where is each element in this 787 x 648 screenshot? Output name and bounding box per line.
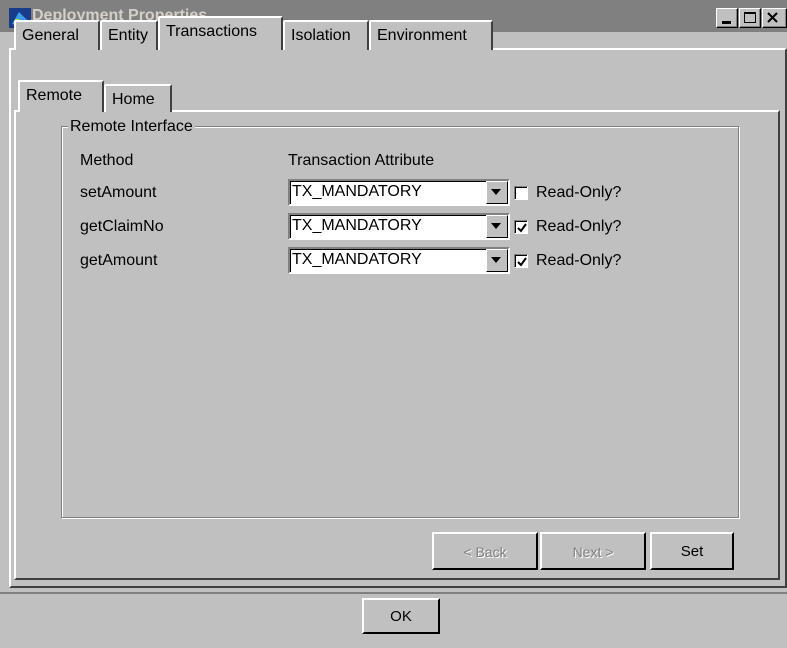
tab-environment[interactable]: Environment — [369, 20, 493, 50]
tab-isolation[interactable]: Isolation — [283, 20, 369, 50]
method-label: getClaimNo — [80, 218, 164, 235]
method-label: setAmount — [80, 184, 157, 201]
read-only-label: Read-Only? — [536, 218, 622, 235]
read-only-label: Read-Only? — [536, 252, 622, 269]
method-column-header: Method — [80, 152, 134, 169]
transaction-attribute-select[interactable]: TX_MANDATORY — [288, 179, 510, 206]
close-icon — [767, 12, 778, 23]
read-only-checkbox[interactable] — [514, 254, 528, 268]
back-button[interactable]: < Back — [432, 532, 538, 570]
read-only-label: Read-Only? — [536, 184, 622, 201]
tab-entity[interactable]: Entity — [100, 20, 158, 50]
transaction-attribute-column-header: Transaction Attribute — [288, 152, 435, 169]
close-button[interactable] — [762, 8, 787, 28]
select-value: TX_MANDATORY — [292, 217, 422, 234]
maximize-button[interactable] — [739, 8, 761, 28]
read-only-checkbox[interactable] — [514, 186, 528, 200]
checkmark-icon — [517, 257, 527, 267]
minimize-icon — [722, 21, 731, 24]
maximize-icon — [744, 12, 756, 23]
tab-general[interactable]: General — [14, 20, 100, 50]
separator — [0, 592, 787, 594]
chevron-down-icon[interactable] — [486, 249, 508, 272]
read-only-checkbox[interactable] — [514, 220, 528, 234]
set-button[interactable]: Set — [650, 532, 734, 570]
tab-transactions[interactable]: Transactions — [158, 16, 283, 50]
next-button[interactable]: Next > — [540, 532, 646, 570]
checkmark-icon — [517, 223, 527, 233]
method-label: getAmount — [80, 252, 158, 269]
group-title: Remote Interface — [68, 118, 195, 136]
transaction-attribute-select[interactable]: TX_MANDATORY — [288, 213, 510, 240]
subtab-home[interactable]: Home — [104, 84, 172, 112]
minimize-button[interactable] — [716, 8, 738, 28]
select-value: TX_MANDATORY — [292, 251, 422, 268]
chevron-down-icon[interactable] — [486, 215, 508, 238]
chevron-down-icon[interactable] — [486, 181, 508, 204]
subtab-remote[interactable]: Remote — [18, 80, 104, 112]
ok-button[interactable]: OK — [362, 598, 440, 634]
select-value: TX_MANDATORY — [292, 183, 422, 200]
transaction-attribute-select[interactable]: TX_MANDATORY — [288, 247, 510, 274]
